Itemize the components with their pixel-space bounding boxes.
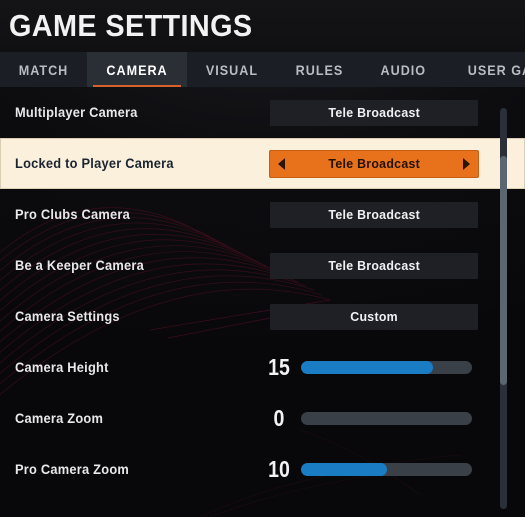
header-bar: GAME SETTINGS	[0, 0, 525, 52]
slider-value: 15	[268, 354, 290, 380]
setting-row[interactable]: Pro Clubs Camera Tele Broadcast	[0, 189, 525, 240]
slider-track[interactable]	[301, 463, 472, 476]
setting-label: Multiplayer Camera	[15, 105, 138, 120]
slider-fill	[301, 463, 387, 476]
setting-label: Camera Zoom	[15, 411, 104, 426]
slider-value: 10	[268, 456, 290, 482]
setting-row[interactable]: Be a Keeper Camera Tele Broadcast	[0, 240, 525, 291]
option-value: Tele Broadcast	[328, 258, 420, 273]
slider-track[interactable]	[301, 361, 472, 374]
setting-row[interactable]: Multiplayer Camera Tele Broadcast	[0, 87, 525, 138]
slider-track[interactable]	[301, 412, 472, 425]
tab-bar[interactable]: MATCH CAMERA VISUAL RULES AUDIO USER GAMEPLAY	[0, 52, 525, 87]
tab-user-gameplay[interactable]: USER GAMEPLAY	[445, 52, 525, 87]
tab-rules[interactable]: RULES	[277, 52, 362, 87]
setting-label: Pro Camera Zoom	[15, 462, 130, 477]
option-picker[interactable]: Tele Broadcast	[270, 150, 478, 177]
game-settings-screen: GAME SETTINGS MATCH CAMERA VISUAL RULES AUDI…	[0, 0, 525, 517]
option-value: Tele Broadcast	[328, 105, 420, 120]
tab-visual[interactable]: VISUAL	[187, 52, 277, 87]
tab-label: USER GAMEPLAY	[467, 61, 525, 78]
option-picker[interactable]: Tele Broadcast	[270, 201, 478, 228]
option-value: Tele Broadcast	[328, 207, 420, 222]
tab-label: VISUAL	[205, 61, 259, 78]
chevron-right-icon[interactable]	[463, 157, 470, 170]
chevron-left-icon[interactable]	[278, 157, 285, 170]
option-picker[interactable]: Tele Broadcast	[270, 252, 478, 279]
setting-label: Camera Settings	[15, 309, 120, 324]
settings-list: Multiplayer Camera Tele Broadcast Locked t…	[0, 87, 525, 517]
tab-label: CAMERA	[106, 61, 168, 78]
option-value: Custom	[350, 309, 398, 324]
option-picker[interactable]: Tele Broadcast	[270, 99, 478, 126]
setting-row[interactable]: Camera Settings Custom	[0, 291, 525, 342]
option-picker[interactable]: Custom	[270, 303, 478, 330]
tab-camera[interactable]: CAMERA	[87, 52, 188, 87]
setting-row[interactable]: Camera Zoom 0	[0, 393, 525, 444]
setting-row[interactable]: Camera Height 15	[0, 342, 525, 393]
setting-label: Pro Clubs Camera	[15, 207, 130, 222]
setting-row[interactable]: Locked to Player Camera Tele Broadcast	[0, 138, 525, 189]
tab-match[interactable]: MATCH	[0, 52, 87, 87]
option-value: Tele Broadcast	[328, 156, 420, 171]
setting-label: Camera Height	[15, 360, 109, 375]
setting-row[interactable]: Pro Camera Zoom 10	[0, 444, 525, 495]
page-title: GAME SETTINGS	[9, 8, 253, 43]
setting-label: Locked to Player Camera	[15, 156, 174, 171]
setting-label: Be a Keeper Camera	[15, 258, 145, 273]
scrollbar-track[interactable]	[500, 108, 507, 509]
slider-value: 0	[273, 405, 285, 431]
scrollbar-thumb[interactable]	[500, 156, 507, 385]
slider-fill	[301, 361, 433, 374]
tab-audio[interactable]: AUDIO	[362, 52, 445, 87]
tab-label: AUDIO	[380, 61, 427, 78]
tab-label: RULES	[295, 61, 344, 78]
tab-label: MATCH	[18, 61, 69, 78]
